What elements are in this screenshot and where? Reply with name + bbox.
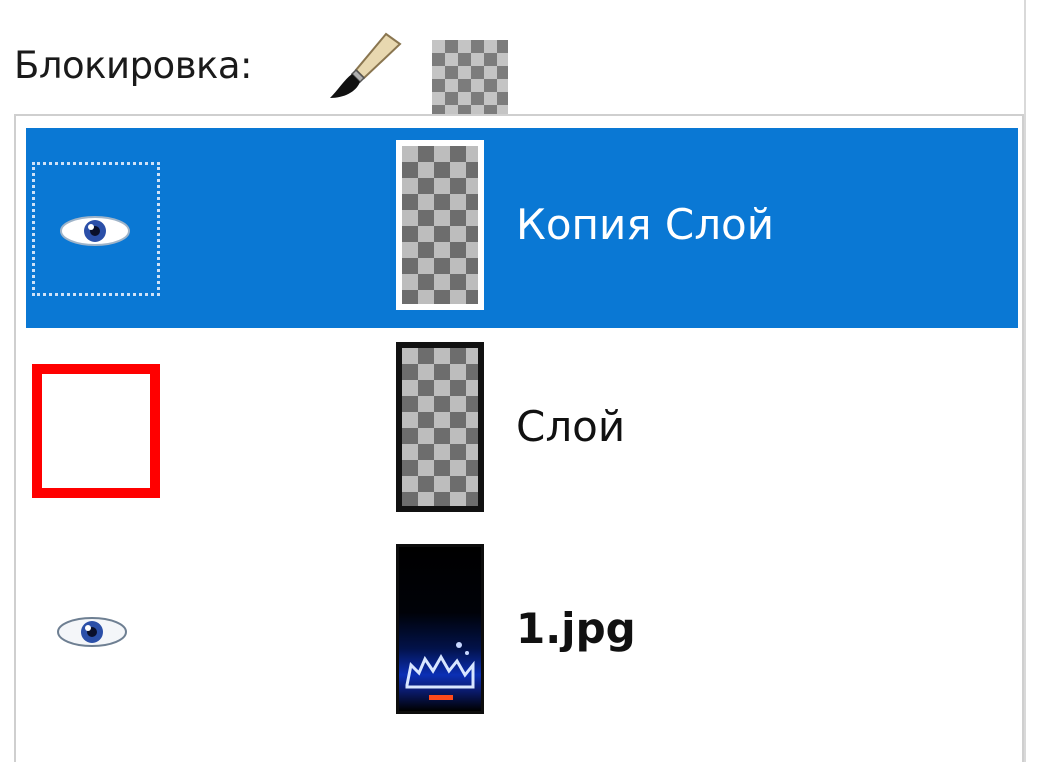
lock-toolbar: Блокировка: [14,30,1014,114]
visibility-toggle-highlighted[interactable] [32,364,160,498]
lock-pixels-brush-icon[interactable] [316,30,416,100]
lock-label: Блокировка: [14,44,252,87]
lock-alpha-checkerboard-icon[interactable] [432,40,508,114]
layer-name[interactable]: Слой [516,402,625,451]
visibility-toggle[interactable] [32,566,160,700]
photo-preview-image [405,642,475,700]
layer-thumbnail [396,342,484,512]
layer-thumbnail-photo [396,544,484,714]
panel-right-border [1024,0,1026,762]
layer-row-1jpg[interactable]: 1.jpg [26,532,1018,732]
layer-thumbnail [396,140,484,310]
layer-row-sloy[interactable]: Слой [26,330,1018,530]
layers-list: Копия Слой Слой 1.jpg [14,114,1024,762]
visibility-toggle[interactable] [32,162,160,296]
layer-name[interactable]: 1.jpg [516,604,636,653]
eye-icon [60,216,130,246]
eye-icon [57,617,127,647]
layer-name[interactable]: Копия Слой [516,200,774,249]
layer-row-kopiya-sloy[interactable]: Копия Слой [26,128,1018,328]
